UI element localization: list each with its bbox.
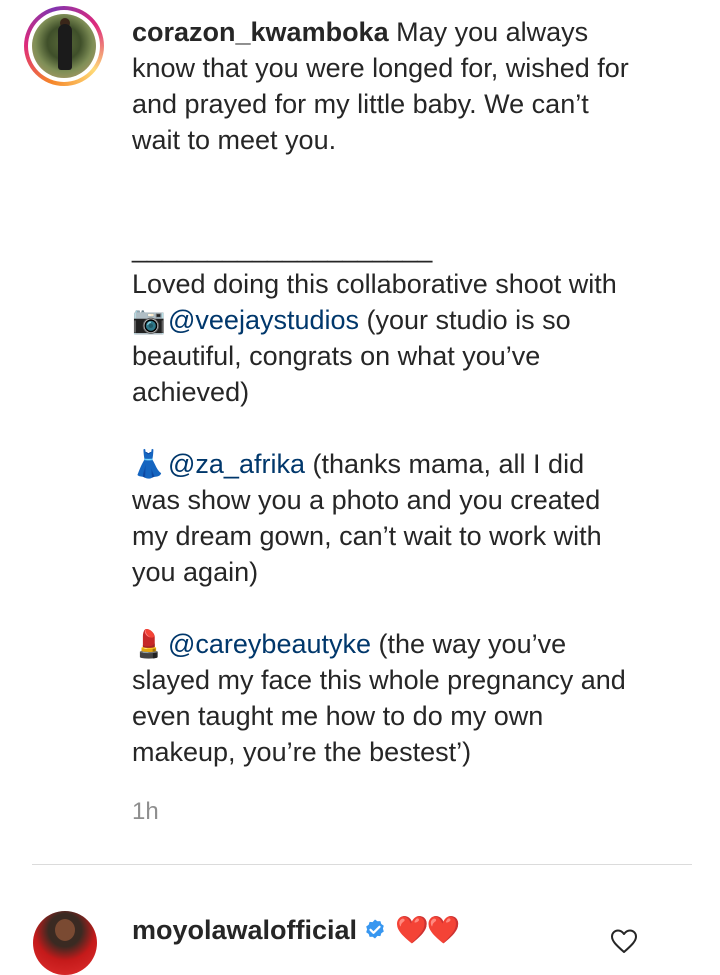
lipstick-icon: 💄 bbox=[132, 629, 166, 659]
author-avatar-photo bbox=[32, 14, 96, 78]
verified-badge-icon bbox=[363, 915, 387, 951]
commenter-avatar-face bbox=[55, 919, 75, 941]
mention-veejaystudios[interactable]: @veejaystudios bbox=[168, 305, 359, 335]
camera-icon: 📷 bbox=[132, 305, 166, 335]
comments-divider bbox=[32, 864, 692, 865]
mention-careybeautyke[interactable]: @careybeautyke bbox=[168, 629, 371, 659]
dress-icon: 👗 bbox=[132, 449, 166, 479]
comment-hearts: ❤️❤️ bbox=[395, 915, 460, 945]
commenter-avatar[interactable] bbox=[33, 911, 97, 975]
collab-line: Loved doing this collaborative shoot wit… bbox=[132, 269, 617, 299]
avatar-figure-body bbox=[58, 24, 72, 70]
comment-row: moyolawalofficial ❤️❤️ bbox=[0, 880, 720, 975]
author-avatar[interactable] bbox=[24, 6, 104, 86]
author-username[interactable]: corazon_kwamboka bbox=[132, 17, 389, 47]
caption-text: corazon_kwamboka May you always know tha… bbox=[132, 14, 632, 770]
post-timestamp: 1h bbox=[132, 798, 159, 825]
heart-outline-icon[interactable] bbox=[610, 928, 638, 954]
commenter-username[interactable]: moyolawalofficial bbox=[132, 915, 357, 945]
comment-body: moyolawalofficial ❤️❤️ bbox=[132, 912, 460, 951]
caption-separator: ____________________ bbox=[132, 233, 433, 263]
mention-za-afrika[interactable]: @za_afrika bbox=[168, 449, 305, 479]
